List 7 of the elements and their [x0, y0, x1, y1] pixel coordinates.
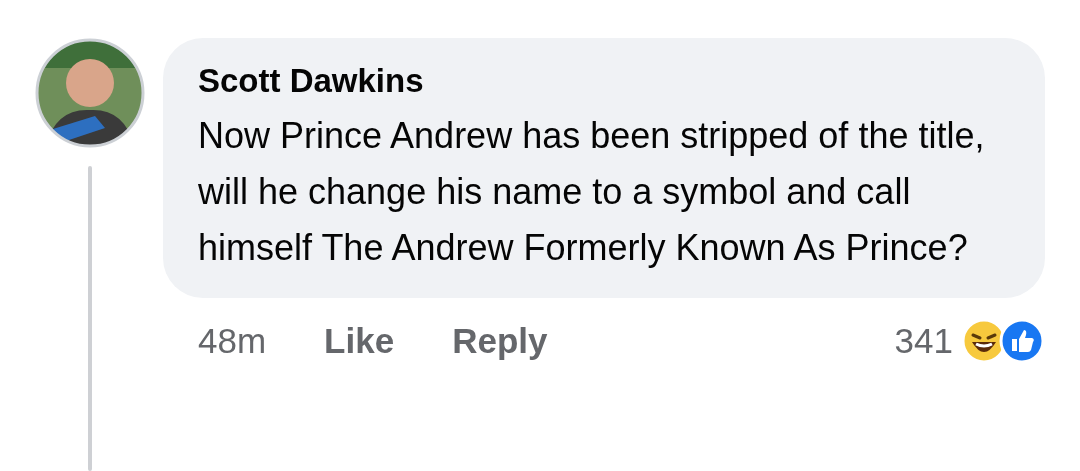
like-link[interactable]: Like	[324, 321, 395, 361]
comment-text: Now Prince Andrew has been stripped of the title, will he change his name to a symbol and call himself The Andrew Formerly Known As Prince?	[198, 114, 986, 270]
reaction-count: 341	[894, 321, 953, 361]
author-name: Scott Dawkins	[198, 62, 425, 100]
reply-link[interactable]: Reply	[452, 321, 548, 361]
thumbs-up-icon	[999, 318, 1045, 364]
timestamp: 48m	[198, 321, 267, 361]
